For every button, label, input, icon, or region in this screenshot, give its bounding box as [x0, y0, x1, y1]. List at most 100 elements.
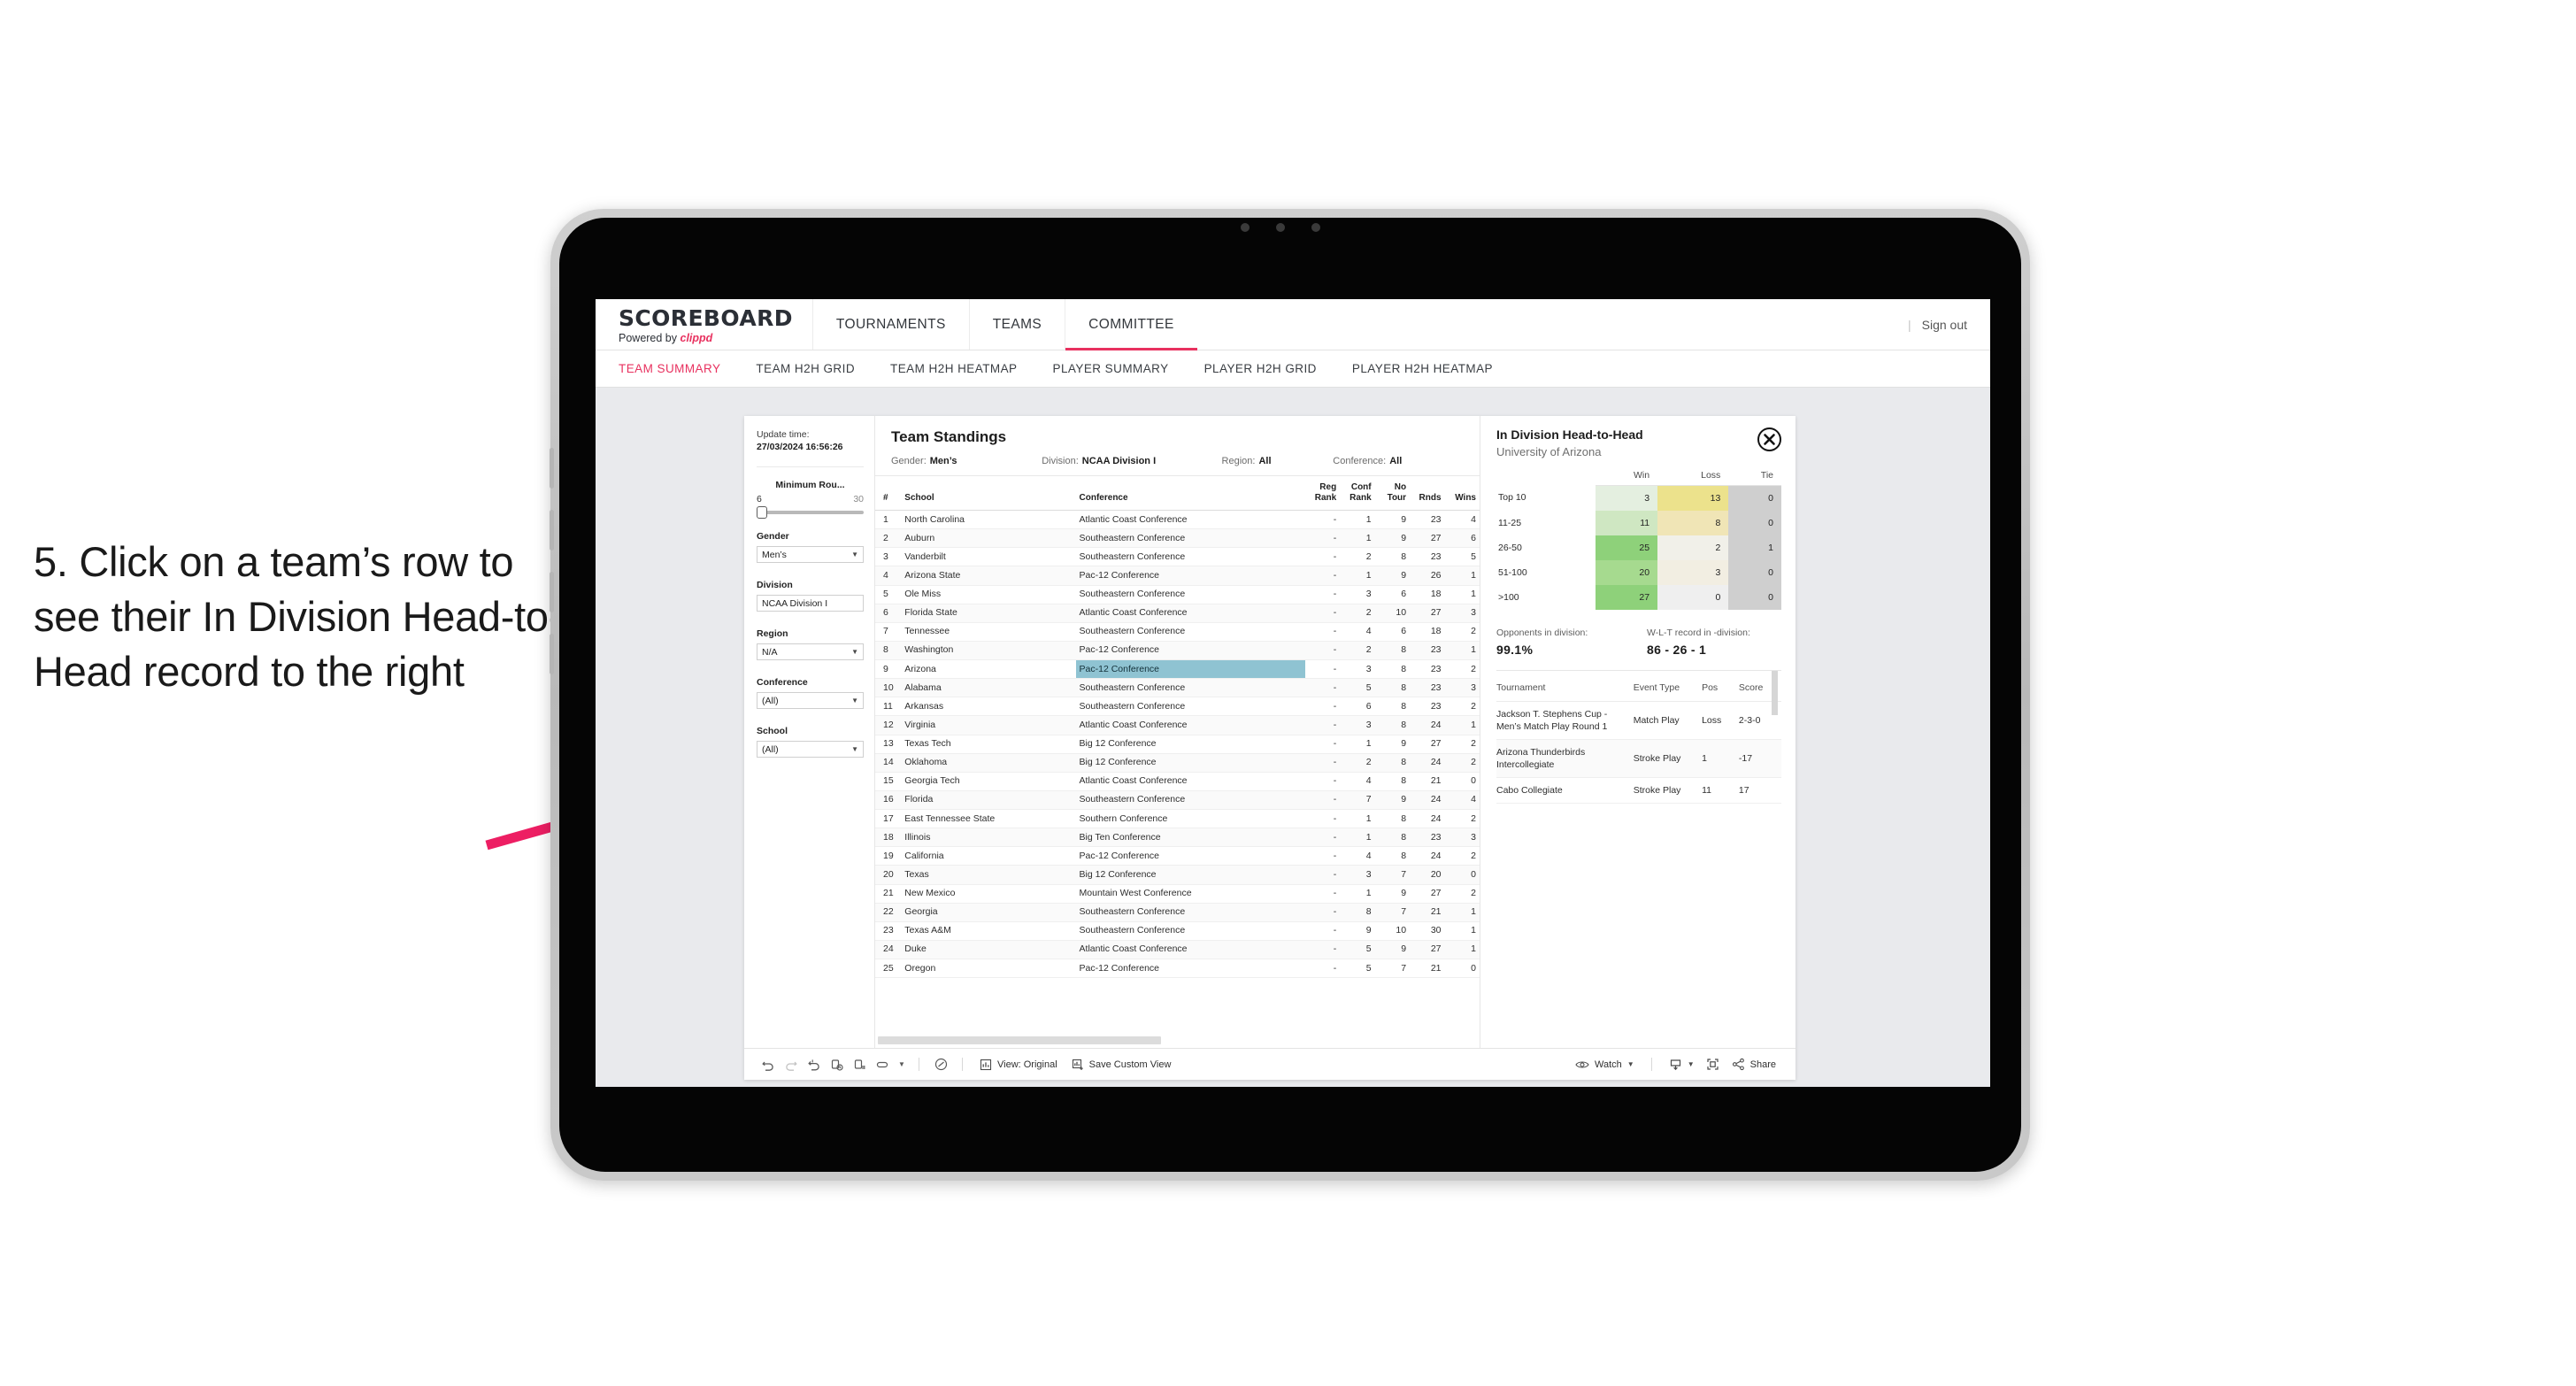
filter-region-value: N/A	[762, 646, 778, 658]
cell-reg-rank: -	[1304, 735, 1341, 754]
col-reg-rank[interactable]: Reg Rank	[1304, 476, 1341, 511]
horizontal-scrollbar[interactable]	[878, 1036, 1470, 1044]
tournament-row[interactable]: Jackson T. Stephens Cup - Men’s Match Pl…	[1496, 701, 1781, 740]
subnav-player-h2h-heatmap[interactable]: PLAYER H2H HEATMAP	[1352, 362, 1514, 375]
alerts-icon[interactable]	[929, 1054, 952, 1075]
table-row[interactable]: 3 Vanderbilt Southeastern Conference -2 8 23 5	[875, 547, 1480, 567]
tournaments-scrollbar[interactable]	[1772, 670, 1778, 715]
volume-button[interactable]	[550, 572, 554, 612]
cell-conf-rank: 3	[1340, 585, 1375, 604]
scrollbar-thumb[interactable]	[878, 1036, 1161, 1044]
cell-rnds: 27	[1410, 884, 1445, 904]
dropdown-caret-icon[interactable]: ▼	[895, 1054, 909, 1075]
table-row[interactable]: 11 Arkansas Southeastern Conference -6 8 23 2	[875, 697, 1480, 717]
cell-conf-rank: 6	[1340, 697, 1375, 717]
col-pos[interactable]: Pos	[1702, 674, 1739, 702]
table-row[interactable]: 25 Oregon Pac-12 Conference -5 7 21 0	[875, 959, 1480, 979]
top-nav-committee[interactable]: COMMITTEE	[1065, 299, 1197, 350]
meta-division: Division: NCAA Division I	[1042, 456, 1221, 466]
table-row[interactable]: 22 Georgia Southeastern Conference -8 7 21 1	[875, 903, 1480, 922]
table-row[interactable]: 6 Florida State Atlantic Coast Conference -…	[875, 604, 1480, 623]
table-row[interactable]: 21 New Mexico Mountain West Conference -1 9 2…	[875, 884, 1480, 904]
subnav-team-h2h-heatmap[interactable]: TEAM H2H HEATMAP	[890, 362, 1038, 375]
download-button[interactable]: ▼	[1662, 1058, 1702, 1071]
table-row[interactable]: 17 East Tennessee State Southern Conferenc…	[875, 809, 1480, 829]
tournament-row[interactable]: Arizona Thunderbirds Intercollegiate Stro…	[1496, 739, 1781, 779]
col-wins[interactable]: Wins	[1444, 476, 1480, 511]
subnav-player-summary[interactable]: PLAYER SUMMARY	[1053, 362, 1190, 375]
redo-icon[interactable]	[780, 1054, 803, 1075]
undo-icon[interactable]	[757, 1054, 780, 1075]
cell-score: 17	[1738, 777, 1781, 805]
filter-region-select[interactable]: N/A ▼	[757, 643, 864, 661]
fullscreen-icon[interactable]	[1702, 1054, 1725, 1075]
col-conference[interactable]: Conference	[1075, 476, 1305, 511]
table-row[interactable]: 1 North Carolina Atlantic Coast Conference…	[875, 510, 1480, 530]
cell-conf-rank: 4	[1340, 772, 1375, 791]
cell-wins: 1	[1444, 641, 1480, 661]
sign-out-link[interactable]: Sign out	[1922, 318, 1967, 332]
table-row[interactable]: 10 Alabama Southeastern Conference -5 8 23 3	[875, 678, 1480, 698]
app-logo[interactable]: SCOREBOARD Powered by clippd	[596, 299, 812, 350]
page-title: Team Standings	[891, 428, 1007, 445]
table-row[interactable]: 13 Texas Tech Big 12 Conference -1 9 27 2	[875, 735, 1480, 754]
col-conf-rank[interactable]: Conf Rank	[1340, 476, 1375, 511]
filter-gender-select[interactable]: Men’s ▼	[757, 546, 864, 564]
table-row[interactable]: 2 Auburn Southeastern Conference -1 9 27 6	[875, 528, 1480, 549]
top-nav-tournaments[interactable]: TOURNAMENTS	[811, 299, 969, 350]
subnav-team-h2h-grid[interactable]: TEAM H2H GRID	[756, 362, 876, 375]
col-tournament[interactable]: Tournament	[1496, 674, 1634, 702]
h2h-tie-cell: 0	[1728, 510, 1781, 535]
table-row[interactable]: 20 Texas Big 12 Conference -3 7 20 0	[875, 865, 1480, 885]
table-row[interactable]: 14 Oklahoma Big 12 Conference -2 8 24 2	[875, 753, 1480, 773]
cell-conference: Big 12 Conference	[1075, 865, 1305, 885]
highlight-icon[interactable]	[872, 1054, 895, 1075]
col-no-tour[interactable]: No Tour	[1374, 476, 1411, 511]
col-rnds[interactable]: Rnds	[1410, 476, 1445, 511]
table-row[interactable]: 7 Tennessee Southeastern Conference -4 6 18 2	[875, 622, 1480, 642]
volume-button[interactable]	[550, 510, 554, 551]
cell-school: Duke	[901, 940, 1076, 960]
table-row[interactable]: 24 Duke Atlantic Coast Conference -5 9 27 1	[875, 940, 1480, 960]
cell-school: Virginia	[901, 715, 1076, 735]
share-button[interactable]: Share	[1725, 1058, 1783, 1071]
table-row[interactable]: 12 Virginia Atlantic Coast Conference -3 8 24…	[875, 715, 1480, 735]
slider-handle[interactable]	[757, 506, 767, 520]
filter-division: Division NCAA Division I	[757, 580, 864, 612]
table-row[interactable]: 23 Texas A&M Southeastern Conference -9 10 30…	[875, 921, 1480, 941]
pause-updates-icon[interactable]	[849, 1054, 872, 1075]
table-row[interactable]: 4 Arizona State Pac-12 Conference -1 9 26 1	[875, 566, 1480, 586]
filter-school-select[interactable]: (All) ▼	[757, 741, 864, 758]
power-button[interactable]	[550, 634, 554, 674]
table-row[interactable]: 18 Illinois Big Ten Conference -1 8 23 3	[875, 828, 1480, 848]
table-row[interactable]: 16 Florida Southeastern Conference -7 9 24 4	[875, 790, 1480, 811]
col-school[interactable]: School	[901, 476, 1076, 511]
table-row[interactable]: 8 Washington Pac-12 Conference -2 8 23 1	[875, 641, 1480, 661]
subnav-team-summary[interactable]: TEAM SUMMARY	[619, 362, 742, 375]
refresh-data-icon[interactable]	[826, 1054, 849, 1075]
table-row[interactable]: 9 Arizona Pac-12 Conference -3 8 23 2	[875, 659, 1480, 680]
revert-icon[interactable]	[803, 1054, 826, 1075]
cell-no-tour: 9	[1374, 528, 1411, 549]
top-nav-teams[interactable]: TEAMS	[968, 299, 1065, 350]
cell-no-tour: 8	[1374, 809, 1411, 829]
table-row[interactable]: 5 Ole Miss Southeastern Conference -3 6 18 1	[875, 585, 1480, 604]
meta-conference-label: Conference:	[1333, 456, 1387, 466]
tournament-row[interactable]: Cabo Collegiate Stroke Play 11 17	[1496, 777, 1781, 805]
col-event-type[interactable]: Event Type	[1633, 674, 1703, 702]
table-row[interactable]: 15 Georgia Tech Atlantic Coast Conference -…	[875, 772, 1480, 791]
min-rounds-slider[interactable]	[757, 506, 864, 520]
record-value: 86 - 26 - 1	[1647, 642, 1707, 657]
cell-tournament-name: Cabo Collegiate	[1496, 777, 1634, 805]
cell-no-tour: 9	[1374, 510, 1411, 530]
close-icon[interactable]	[1757, 427, 1781, 451]
subnav-player-h2h-grid[interactable]: PLAYER H2H GRID	[1204, 362, 1338, 375]
watch-button[interactable]: Watch ▼	[1568, 1059, 1642, 1070]
filter-division-select[interactable]: NCAA Division I	[757, 595, 864, 612]
table-row[interactable]: 19 California Pac-12 Conference -4 8 24 2	[875, 846, 1480, 866]
volume-button[interactable]	[550, 448, 554, 489]
save-custom-view-button[interactable]: Save Custom View	[1065, 1059, 1179, 1071]
view-original-button[interactable]: View: Original	[973, 1059, 1065, 1071]
filter-conference-select[interactable]: (All) ▼	[757, 692, 864, 710]
col-rank[interactable]: #	[875, 476, 902, 511]
